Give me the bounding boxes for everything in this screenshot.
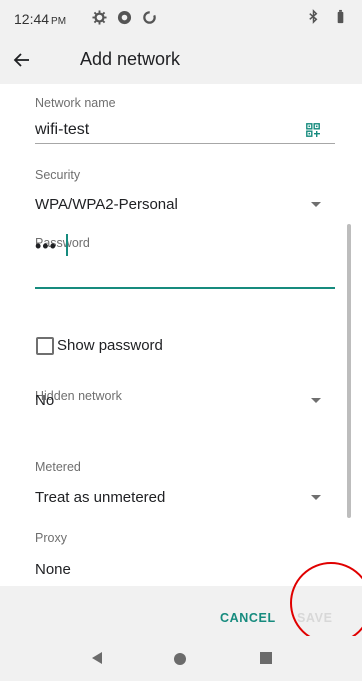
cancel-button[interactable]: CANCEL	[220, 611, 276, 625]
status-ampm: PM	[51, 16, 67, 27]
network-name-label: Network name	[35, 96, 116, 110]
app-bar: Add network	[0, 36, 362, 84]
back-button[interactable]	[8, 46, 36, 74]
arrow-left-icon	[13, 53, 29, 67]
save-highlight-circle	[290, 562, 362, 644]
status-time-value: 12:44	[14, 11, 50, 27]
metered-label: Metered	[35, 460, 81, 474]
sync-icon	[117, 10, 132, 25]
bluetooth-icon	[309, 9, 318, 24]
text-cursor	[66, 234, 68, 256]
security-label: Security	[35, 168, 81, 182]
security-dropdown-icon[interactable]	[311, 202, 321, 207]
nav-recents-icon[interactable]	[260, 652, 272, 664]
proxy-label: Proxy	[35, 531, 67, 545]
security-dropdown[interactable]: WPA/WPA2-Personal	[35, 196, 178, 213]
password-dots: •••	[35, 236, 57, 256]
nav-home-icon[interactable]	[174, 653, 186, 665]
qr-scan-icon[interactable]	[306, 123, 320, 137]
status-icons-left	[92, 10, 157, 25]
status-icons-right	[306, 9, 348, 24]
show-password-checkbox[interactable]	[36, 337, 54, 355]
metered-dropdown[interactable]: Treat as unmetered	[35, 489, 165, 506]
page-title: Add network	[80, 49, 181, 69]
hidden-network-dropdown-icon[interactable]	[311, 398, 321, 403]
status-bar: 12:44 PM	[0, 0, 362, 36]
network-name-input[interactable]: wifi-test	[35, 121, 89, 139]
data-saver-icon	[143, 11, 156, 24]
network-name-underline	[35, 143, 335, 144]
password-underline	[35, 287, 335, 289]
battery-icon	[337, 9, 344, 24]
settings-icon	[92, 10, 107, 25]
hidden-network-dropdown[interactable]: No	[35, 392, 54, 409]
proxy-dropdown[interactable]: None	[35, 561, 71, 578]
status-time: 12:44 PM	[14, 11, 66, 27]
metered-dropdown-icon[interactable]	[311, 495, 321, 500]
add-network-dialog	[0, 84, 352, 586]
scrollbar[interactable]	[347, 224, 351, 518]
show-password-label[interactable]: Show password	[57, 337, 163, 354]
nav-back-icon[interactable]	[92, 652, 102, 664]
